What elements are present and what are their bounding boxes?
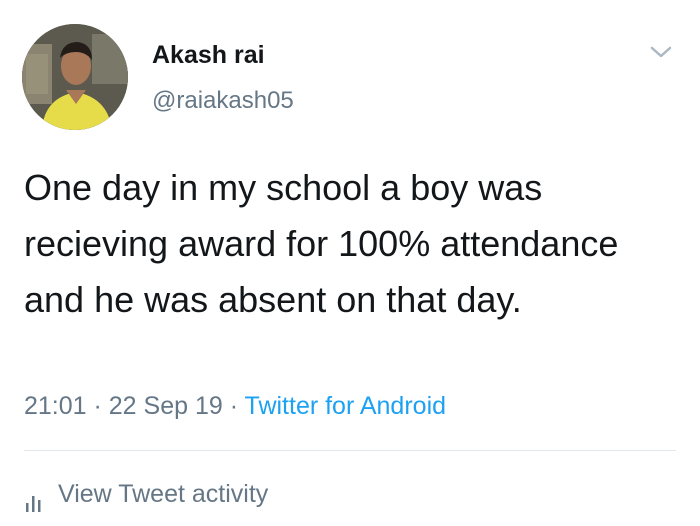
- tweet-time: 21:01: [24, 392, 87, 420]
- bar-chart-icon: [24, 484, 46, 512]
- tweet-text: One day in my school a boy was recieving…: [24, 167, 619, 320]
- meta-separator: ·: [222, 392, 245, 420]
- display-name[interactable]: Akash rai: [152, 40, 265, 70]
- tweet-card: Akash rai @raiakash05 One day in my scho…: [0, 0, 700, 526]
- user-handle[interactable]: @raiakash05: [152, 86, 294, 116]
- view-tweet-activity-label: View Tweet activity: [58, 480, 269, 508]
- avatar[interactable]: [22, 24, 128, 130]
- tweet-date: 22 Sep 19: [108, 392, 223, 420]
- chevron-down-icon[interactable]: [648, 42, 674, 62]
- tweet-source-link[interactable]: Twitter for Android: [245, 392, 446, 420]
- divider: [24, 450, 676, 451]
- view-tweet-activity-button[interactable]: View Tweet activity: [24, 474, 268, 514]
- tweet-meta: 21:01 · 22 Sep 19 · Twitter for Android: [24, 386, 446, 426]
- meta-separator: ·: [86, 392, 109, 420]
- avatar-photo: [22, 24, 128, 130]
